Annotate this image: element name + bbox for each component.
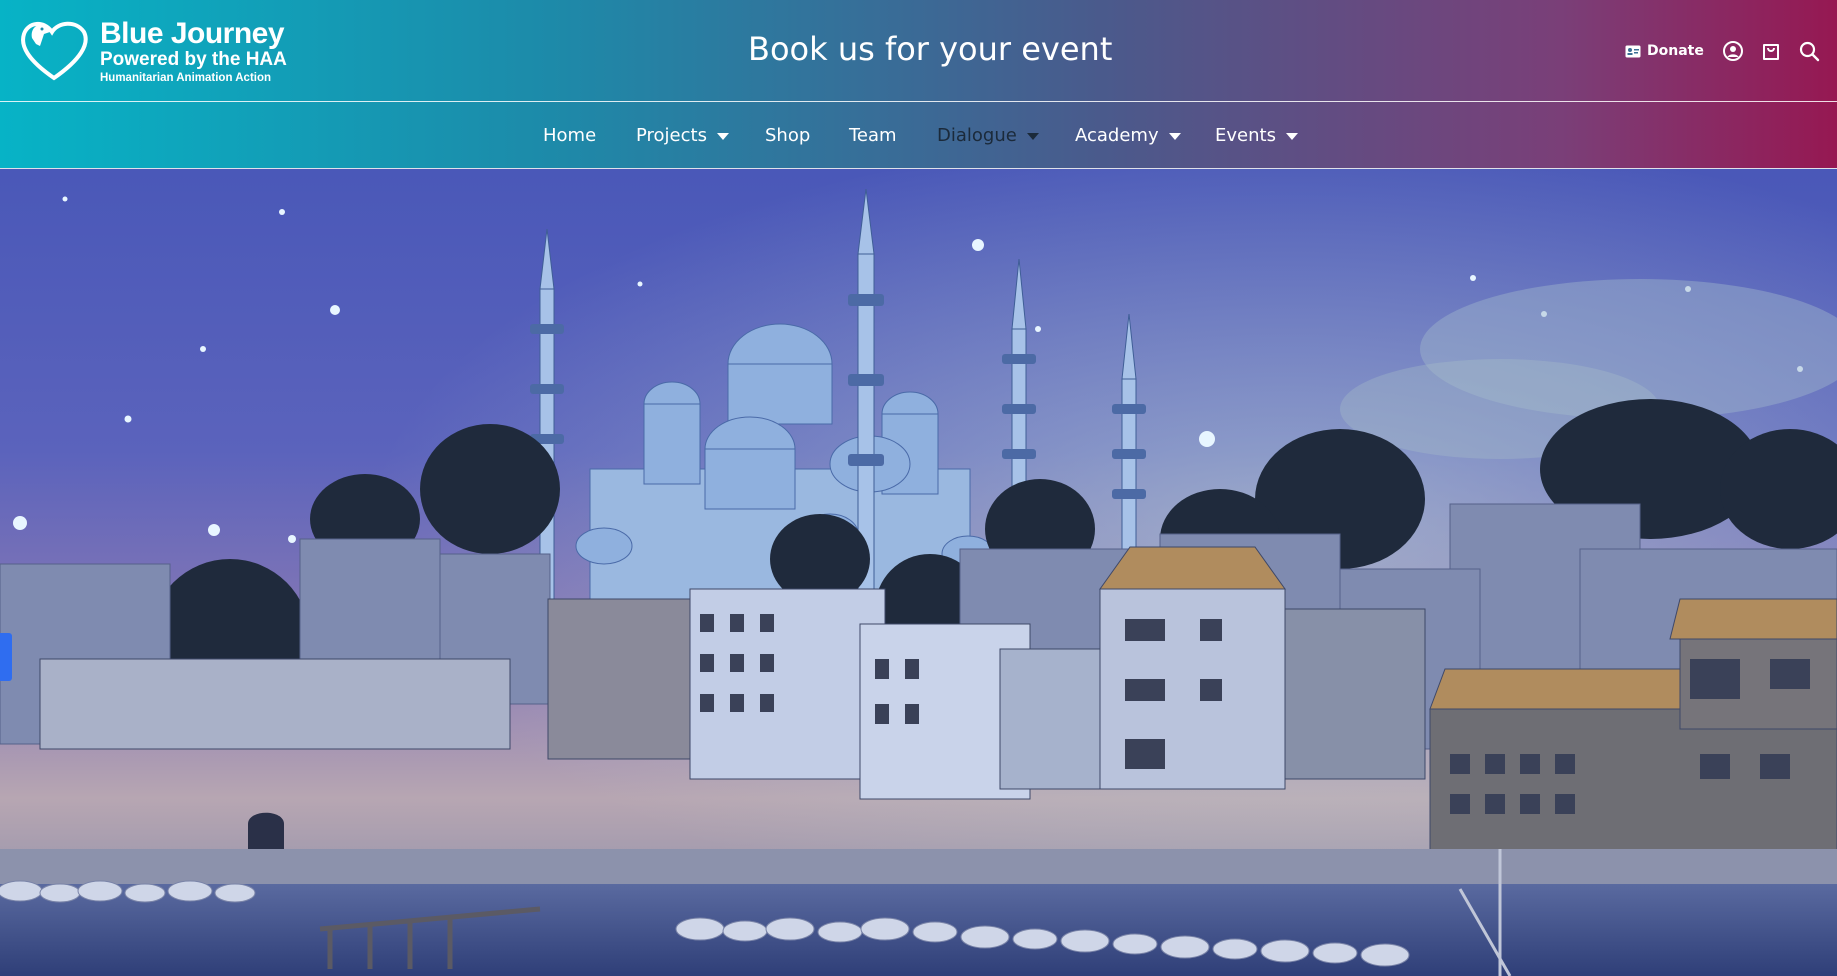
nav-label-team: Team (849, 124, 897, 146)
nav-label-dialogue: Dialogue (937, 124, 1017, 146)
chevron-down-icon (1285, 133, 1298, 140)
brand-tagline: Humanitarian Animation Action (100, 72, 272, 84)
donate-button[interactable]: Donate (1625, 40, 1704, 62)
nav-label-events: Events (1215, 124, 1276, 146)
nav-item-dialogue[interactable]: Dialogue (937, 102, 1039, 168)
chevron-down-icon (1026, 133, 1039, 140)
hero-cityscape-illustration (0, 169, 1837, 976)
nav-item-shop[interactable]: Shop (765, 102, 810, 168)
nav-label-projects: Projects (636, 124, 707, 146)
nav-label-shop: Shop (765, 124, 811, 146)
main-navigation: Home Projects Shop Team Dialogue Academy… (0, 102, 1837, 169)
nav-item-team[interactable]: Team (849, 102, 897, 168)
nav-item-projects[interactable]: Projects (636, 102, 729, 168)
account-icon[interactable] (1722, 40, 1744, 62)
brand-text: Blue Journey Powered by the HAA Humanita… (100, 18, 287, 85)
brand-title: Blue Journey (100, 17, 285, 50)
site-header: Blue Journey Powered by the HAA Humanita… (0, 0, 1837, 169)
top-bar: Blue Journey Powered by the HAA Humanita… (0, 0, 1837, 102)
hero-banner (0, 169, 1837, 976)
chevron-down-icon (716, 133, 729, 140)
heart-horse-logo-icon (21, 21, 88, 81)
nav-label-academy: Academy (1075, 124, 1159, 146)
id-card-icon (1625, 45, 1641, 57)
search-icon[interactable] (1798, 40, 1820, 62)
nav-label-home: Home (543, 124, 597, 146)
nav-item-home[interactable]: Home (543, 102, 596, 168)
donate-label: Donate (1647, 43, 1704, 59)
chevron-down-icon (1168, 133, 1181, 140)
nav-item-academy[interactable]: Academy (1075, 102, 1181, 168)
brand-subtitle: Powered by the HAA (100, 49, 287, 70)
book-event-link[interactable]: Book us for your event (748, 30, 1112, 68)
cart-icon[interactable] (1760, 40, 1782, 62)
brand-logo[interactable]: Blue Journey Powered by the HAA Humanita… (18, 16, 298, 85)
nav-item-events[interactable]: Events (1215, 102, 1298, 168)
side-feedback-tab[interactable] (0, 633, 12, 681)
